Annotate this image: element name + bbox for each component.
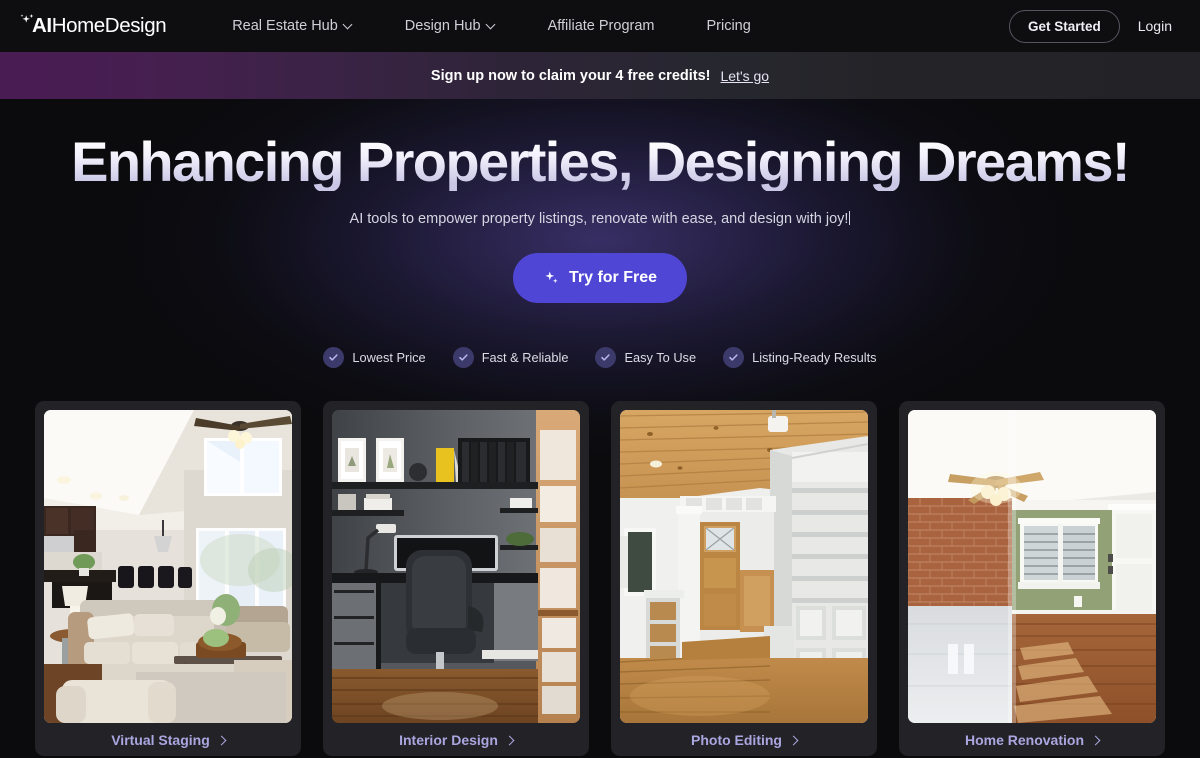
hero-subtitle-text: AI tools to empower property listings, r… [349,211,849,228]
page-root: AIHomeDesign Real Estate Hub Design Hub … [0,0,1200,758]
page-title: Enhancing Properties, Designing Dreams! [0,132,1200,192]
hero-cta-wrapper: Try for Free [0,253,1200,304]
card-interior-design[interactable]: Interior Design [323,401,589,756]
promo-text: Sign up now to claim your 4 free credits… [430,67,711,84]
navbar: AIHomeDesign Real Estate Hub Design Hub … [0,0,1200,52]
card-label-text: Virtual Staging [111,731,210,748]
hero-content: Enhancing Properties, Designing Dreams! … [0,99,1200,369]
chevron-down-icon [487,21,496,30]
try-for-free-button[interactable]: Try for Free [512,253,688,304]
chevron-down-icon [344,21,353,30]
feature-label: Fast & Reliable [481,350,569,366]
nav-link-design-hub[interactable]: Design Hub [379,18,522,34]
check-icon [323,347,345,369]
feature-item-listing-ready-results: Listing-Ready Results [723,347,877,369]
chevron-right-icon [789,736,797,744]
sparkle-icon [545,271,558,284]
showcase-cards: Virtual Staging Interior Design Photo Ed… [0,401,1200,756]
nav-link-affiliate-program[interactable]: Affiliate Program [522,18,681,34]
check-icon [595,347,617,369]
nav-link-label: Design Hub [404,18,481,34]
feature-label: Listing-Ready Results [752,350,877,366]
card-label-text: Home Renovation [964,731,1084,748]
feature-list: Lowest Price Fast & Reliable Easy To Use [0,347,1200,369]
hero-section: Enhancing Properties, Designing Dreams! … [0,99,1200,758]
card-image-before-after-room [908,410,1156,723]
card-label-interior-design[interactable]: Interior Design [332,723,580,756]
feature-item-fast-reliable: Fast & Reliable [452,347,569,369]
chevron-right-icon [1091,736,1099,744]
feature-label: Easy To Use [624,350,697,366]
card-virtual-staging[interactable]: Virtual Staging [35,401,301,756]
card-image-bookshelf-room [620,410,868,723]
chevron-right-icon [217,736,225,744]
text-caret [849,211,851,226]
feature-label: Lowest Price [352,350,426,366]
check-icon [452,347,474,369]
hero-subtitle: AI tools to empower property listings, r… [0,211,1200,227]
nav-link-real-estate-hub[interactable]: Real Estate Hub [206,18,379,34]
feature-item-lowest-price: Lowest Price [323,347,426,369]
logo-text: AIHomeDesign [22,13,167,37]
nav-link-label: Real Estate Hub [232,18,338,34]
get-started-button[interactable]: Get Started [1008,9,1120,43]
promo-banner: Sign up now to claim your 4 free credits… [0,52,1200,99]
chevron-right-icon [505,736,513,744]
nav-link-label: Pricing [706,18,751,34]
card-image-staged-living-room [44,410,292,723]
nav-links: Real Estate Hub Design Hub Affiliate Pro… [206,18,777,34]
try-for-free-label: Try for Free [568,269,658,287]
logo-text-bold: AI [32,13,52,37]
card-photo-editing[interactable]: Photo Editing [611,401,877,756]
logo[interactable]: AIHomeDesign [20,13,167,37]
login-link[interactable]: Login [1138,18,1180,34]
nav-link-pricing[interactable]: Pricing [680,18,776,34]
logo-text-light: HomeDesign [51,13,167,37]
card-image-home-office [332,410,580,723]
nav-link-label: Affiliate Program [547,18,655,34]
card-label-home-renovation[interactable]: Home Renovation [908,723,1156,756]
card-label-text: Interior Design [399,731,498,748]
card-label-photo-editing[interactable]: Photo Editing [620,723,868,756]
card-label-text: Photo Editing [691,731,782,748]
card-home-renovation[interactable]: Home Renovation [899,401,1165,756]
promo-cta-link[interactable]: Let's go [720,68,769,84]
feature-item-easy-to-use: Easy To Use [595,347,697,369]
navbar-actions: Get Started Login [1008,9,1180,43]
card-label-virtual-staging[interactable]: Virtual Staging [44,723,292,756]
check-icon [723,347,745,369]
